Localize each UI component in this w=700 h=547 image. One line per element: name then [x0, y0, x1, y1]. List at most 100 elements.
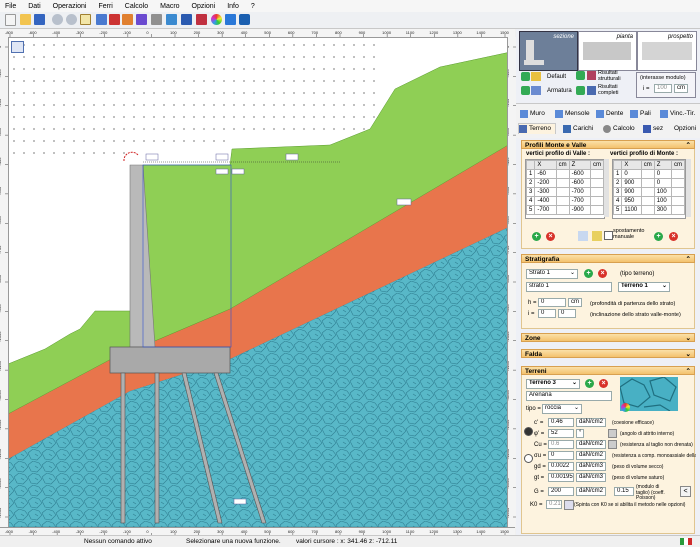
monte-cell[interactable] [640, 169, 655, 179]
param-input[interactable]: 0.00195 [548, 473, 574, 482]
drawing-canvas[interactable]: -800 -600 -400 -300 -200 -100 0 100 200 300 400 500… [0, 29, 516, 536]
menu-help[interactable]: ? [246, 0, 260, 12]
terreno-name-input[interactable]: Arenaria [526, 391, 612, 401]
valle-cell[interactable]: -600 [568, 169, 592, 179]
sigma-radio[interactable] [524, 454, 533, 463]
h-input[interactable]: 0 [538, 298, 566, 307]
valle-cell[interactable] [590, 187, 604, 197]
monte-cell[interactable] [640, 178, 655, 188]
menu-opzioni[interactable]: Opzioni [187, 0, 221, 12]
monte-cell[interactable]: 900 [621, 178, 642, 188]
tab-sez[interactable]: sez [643, 124, 663, 134]
menu-info[interactable]: Info [222, 0, 244, 12]
settings-icon[interactable] [151, 14, 162, 25]
document-icon[interactable] [196, 14, 207, 25]
monte-cell[interactable]: 300 [653, 205, 673, 215]
monte-row[interactable]: 5 1100 300 [613, 205, 685, 215]
interasse-input[interactable]: 100 [654, 84, 672, 93]
valle-scrollbar[interactable] [604, 159, 609, 217]
interasse-unit[interactable]: cm [674, 84, 688, 93]
valle-row[interactable]: 3 -300 -700 [526, 187, 604, 197]
tab-carichi[interactable]: Carichi [563, 124, 593, 134]
monitor-icon[interactable] [166, 14, 177, 25]
valle-cell[interactable]: -400 [534, 196, 557, 206]
valle-cell[interactable] [555, 178, 570, 188]
terreno-select[interactable]: Terreno 1 ⌄ [618, 282, 670, 292]
section-zone-header[interactable]: Zone ⌄ [521, 333, 695, 342]
valle-cell[interactable]: -700 [568, 187, 592, 197]
monte-cell[interactable]: 950 [621, 196, 642, 206]
valle-cell[interactable] [555, 169, 570, 179]
g-input[interactable]: 200 [548, 487, 574, 496]
terreno-remove-button[interactable]: × [599, 379, 608, 388]
param-unit[interactable]: daN/cm3 [576, 473, 607, 482]
default-label[interactable]: Default [547, 73, 566, 81]
color-wheel-icon[interactable] [211, 14, 222, 25]
monte-cell[interactable]: 1100 [621, 205, 642, 215]
monte-cell[interactable]: 100 [653, 196, 673, 206]
param-unit[interactable]: daN/cm2 [576, 418, 607, 427]
redo-icon[interactable] [66, 14, 77, 25]
spostamento-checkbox[interactable] [604, 231, 613, 240]
tab-dente[interactable]: Dente [596, 109, 623, 119]
param-input[interactable]: 52 [548, 429, 574, 438]
strato-add-button[interactable]: + [584, 269, 593, 278]
menu-operazioni[interactable]: Operazioni [48, 0, 92, 12]
monte-cell[interactable]: 0 [653, 178, 673, 188]
armatura-label[interactable]: Armatura [547, 87, 572, 95]
i-strato-input-2[interactable]: 0 [558, 309, 576, 318]
monte-cell[interactable]: 0 [621, 169, 642, 179]
menu-macro[interactable]: Macro [155, 0, 184, 12]
h-unit[interactable]: cm [568, 298, 582, 307]
monte-cell[interactable] [671, 187, 685, 197]
new-icon[interactable] [5, 14, 16, 26]
completi-p-icon[interactable] [576, 86, 585, 95]
armatura-p-icon[interactable] [521, 86, 530, 95]
scissors-icon[interactable] [109, 14, 120, 25]
i-strato-input-1[interactable]: 0 [538, 309, 556, 318]
section-terreni-header[interactable]: Terreni ⌃ [521, 366, 695, 375]
warning-small-icon[interactable] [592, 231, 602, 241]
print-icon[interactable] [136, 14, 147, 25]
monte-row[interactable]: 2 900 0 [613, 178, 685, 188]
valle-row[interactable]: 4 -400 -700 [526, 196, 604, 206]
strato-remove-button[interactable]: × [598, 269, 607, 278]
wall-foundation[interactable] [109, 346, 231, 374]
section-drawing[interactable] [0, 29, 515, 535]
k0-input[interactable]: 0.21 [546, 500, 562, 509]
monte-cell[interactable] [671, 196, 685, 206]
g-unit[interactable]: daN/cm2 [576, 487, 607, 496]
risultati-completi-label[interactable]: Risultati completi [598, 84, 632, 96]
tab-opzioni[interactable]: Opzioni [665, 124, 696, 134]
monte-cell[interactable] [671, 205, 685, 215]
valle-cell[interactable]: -600 [568, 178, 592, 188]
default-icon[interactable] [521, 72, 530, 81]
report-icon[interactable] [181, 14, 192, 25]
open-icon[interactable] [20, 14, 31, 25]
param-unit[interactable]: daN/cm2 [576, 440, 607, 449]
tab-calcolo[interactable]: Calcolo [603, 124, 635, 134]
monte-scrollbar[interactable] [686, 159, 691, 217]
help-icon[interactable] [239, 14, 250, 25]
valle-cell[interactable]: -700 [568, 196, 592, 206]
valle-cell[interactable] [590, 205, 604, 215]
edit-icon[interactable] [80, 14, 91, 25]
valle-row[interactable]: 1 -60 -600 [526, 169, 604, 179]
tab-mensole[interactable]: Mensole [555, 109, 590, 119]
chart-icon[interactable] [122, 14, 133, 25]
valle-add-button[interactable]: + [532, 232, 541, 241]
monte-cell[interactable] [671, 169, 685, 179]
risultati-strutturali-label[interactable]: Risultati strutturali [598, 70, 632, 82]
zoom-fit-icon[interactable] [11, 41, 24, 53]
param-input[interactable]: 0 [548, 451, 574, 460]
k0-method-icon[interactable] [564, 500, 574, 510]
language-flag-icon[interactable] [680, 538, 692, 545]
param-unit[interactable]: ° [576, 429, 585, 438]
valle-cell[interactable]: -200 [534, 178, 557, 188]
param-input[interactable]: 0.0022 [548, 462, 574, 471]
strato-name-input[interactable]: strato 1 [526, 282, 612, 292]
ruler-icon[interactable] [96, 14, 107, 25]
menu-file[interactable]: File [0, 0, 21, 12]
tab-pali[interactable]: Pali [630, 109, 651, 119]
param-unit[interactable]: daN/cm3 [576, 462, 607, 471]
